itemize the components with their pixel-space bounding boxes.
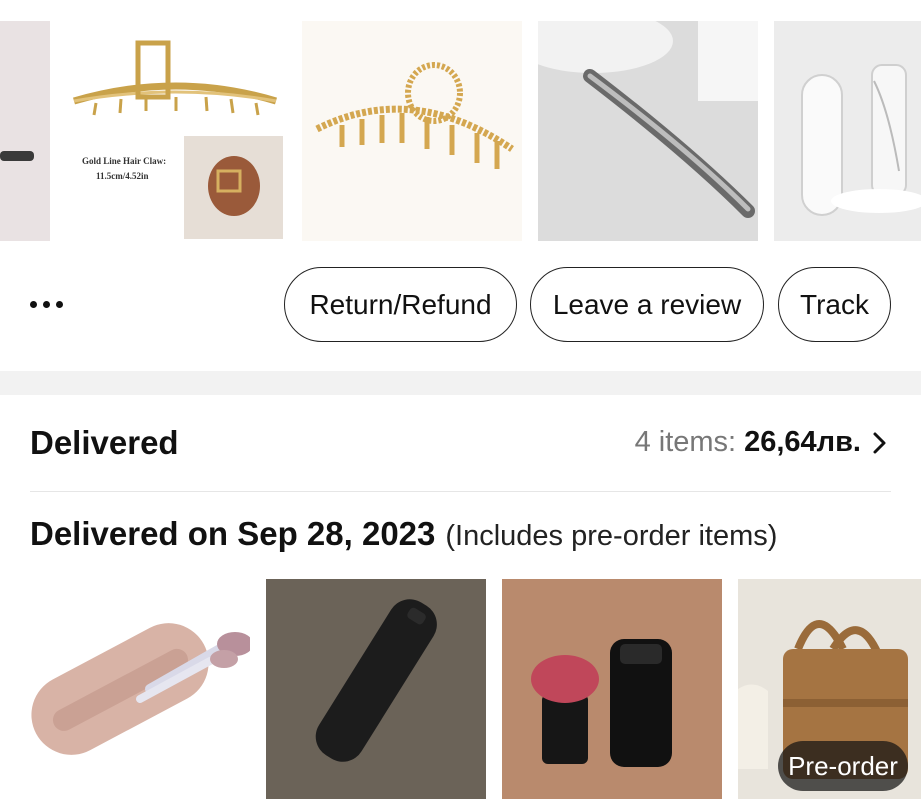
order-summary-link[interactable]: 4 items: 26,64лв. bbox=[635, 426, 891, 459]
hair-claw-caption-line1: Gold Line Hair Claw: bbox=[82, 156, 166, 166]
divider bbox=[30, 491, 891, 492]
section-separator bbox=[0, 371, 921, 395]
track-button[interactable]: Track bbox=[778, 267, 891, 342]
order-total: 26,64лв. bbox=[744, 426, 861, 458]
delivered-date: Delivered on Sep 28, 2023 bbox=[30, 515, 436, 552]
product-thumbnail-silver-hair-clip[interactable] bbox=[538, 21, 758, 241]
product-thumbnail-partial[interactable] bbox=[0, 21, 50, 241]
dot bbox=[30, 300, 37, 308]
preorder-note: (Includes pre-order items) bbox=[445, 520, 778, 552]
preorder-badge: Pre-order bbox=[778, 741, 908, 791]
order-status: Delivered bbox=[30, 424, 179, 461]
product-thumbnail-makeup-sponge-holder[interactable] bbox=[502, 579, 722, 799]
product-thumbnail-gold-line-hair-claw[interactable]: Gold Line Hair Claw: 11.5cm/4.52in bbox=[66, 21, 285, 241]
delivery-info: Delivered on Sep 28, 2023 (Includes pre-… bbox=[30, 515, 777, 553]
hair-claw-caption-line2: 11.5cm/4.52in bbox=[96, 171, 149, 181]
more-options-icon[interactable] bbox=[30, 292, 70, 316]
product-thumbnail-pink-silicone-brush-case[interactable] bbox=[30, 579, 250, 799]
product-thumbnail-white-umbrella-capsule[interactable] bbox=[774, 21, 921, 241]
return-refund-button[interactable]: Return/Refund bbox=[284, 267, 517, 342]
chevron-right-icon bbox=[873, 432, 886, 453]
product-thumbnail-gold-rhinestone-hair-claw[interactable] bbox=[302, 21, 522, 241]
leave-review-button[interactable]: Leave a review bbox=[530, 267, 764, 342]
product-thumbnail-black-silicone-case[interactable] bbox=[266, 579, 486, 799]
dot bbox=[56, 300, 63, 308]
items-count: 4 items: bbox=[634, 426, 737, 458]
dot bbox=[43, 300, 50, 308]
